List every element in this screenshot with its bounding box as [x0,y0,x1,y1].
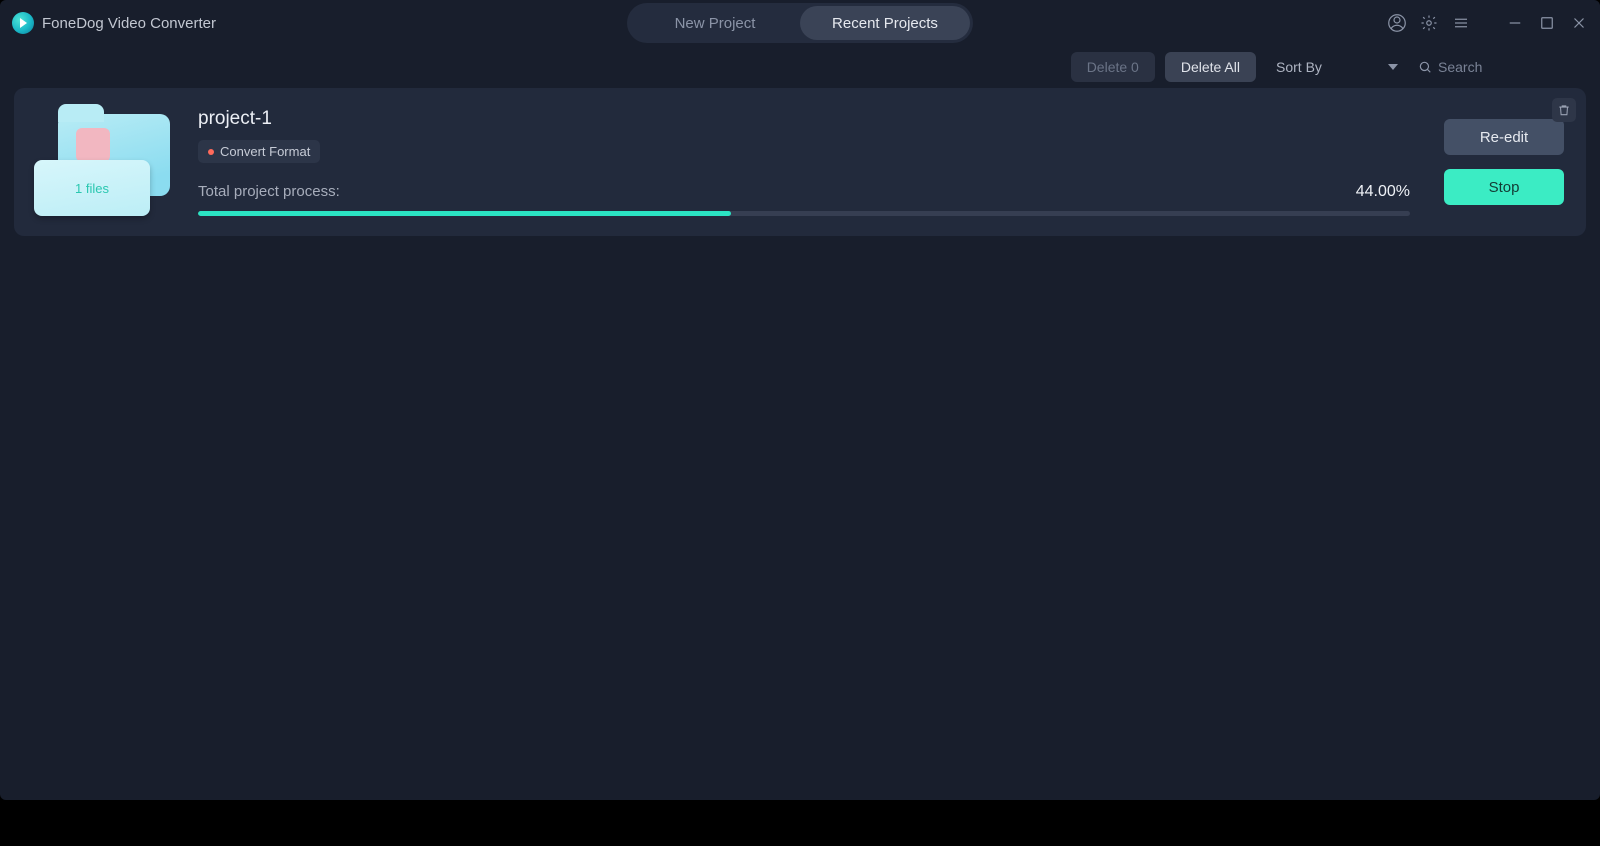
process-label: Total project process: [198,183,340,200]
project-type-chip: Convert Format [198,140,320,163]
project-body: project-1 Convert Format Total project p… [198,108,1410,216]
tab-switcher: New Project Recent Projects [627,3,973,43]
delete-all-button[interactable]: Delete All [1165,52,1256,82]
toolbar: Delete 0 Delete All Sort By [0,46,1600,88]
gear-icon[interactable] [1420,14,1438,32]
process-percent: 44.00% [1356,183,1410,201]
close-icon[interactable] [1570,14,1588,32]
search-box[interactable] [1416,52,1586,82]
progress-fill [198,211,731,216]
delete-selected-button[interactable]: Delete 0 [1071,52,1155,82]
status-dot-icon [208,149,214,155]
folder-front-icon: 1 files [34,160,150,216]
projects-list: 1 files project-1 Convert Format Total p… [0,88,1600,236]
maximize-icon[interactable] [1538,14,1556,32]
sort-by-label: Sort By [1276,59,1322,75]
minimize-icon[interactable] [1506,14,1524,32]
chevron-down-icon [1388,64,1398,70]
window-controls [1506,14,1588,32]
process-row: Total project process: 44.00% [198,183,1410,201]
project-actions: Re-edit Stop [1434,108,1564,216]
app-window: FoneDog Video Converter New Project Rece… [0,0,1600,800]
project-card: 1 files project-1 Convert Format Total p… [14,88,1586,236]
reedit-button[interactable]: Re-edit [1444,119,1564,155]
image-icon [76,128,110,162]
delete-project-button[interactable] [1552,98,1576,122]
app-logo-icon [12,12,34,34]
app-title: FoneDog Video Converter [42,15,216,32]
title-icons [1388,14,1588,32]
project-name: project-1 [198,108,1410,130]
brand: FoneDog Video Converter [12,12,216,34]
sort-by-dropdown[interactable]: Sort By [1266,52,1406,82]
search-input[interactable] [1438,59,1580,75]
trash-icon [1557,103,1571,117]
progress-bar [198,211,1410,216]
stop-button[interactable]: Stop [1444,169,1564,205]
titlebar: FoneDog Video Converter New Project Rece… [0,0,1600,46]
files-count-label: 1 files [75,181,109,196]
tab-recent-projects[interactable]: Recent Projects [800,6,970,40]
tab-new-project[interactable]: New Project [630,6,800,40]
search-icon [1418,59,1432,75]
account-icon[interactable] [1388,14,1406,32]
project-thumbnail: 1 files [34,108,174,216]
hamburger-icon[interactable] [1452,14,1470,32]
project-type-label: Convert Format [220,144,310,159]
